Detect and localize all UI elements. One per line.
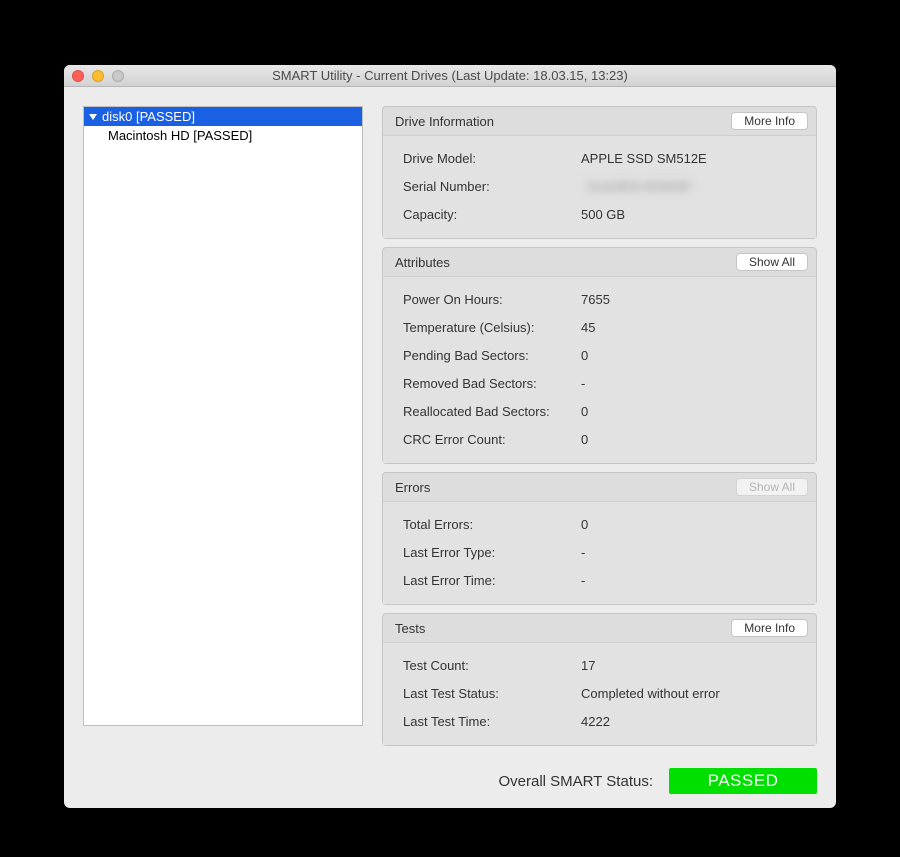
kv-key: Last Error Type: [403, 545, 581, 560]
kv-value: 45 [581, 320, 595, 335]
tree-row-volume[interactable]: Macintosh HD [PASSED] [84, 126, 362, 145]
kv-value: APPLE SSD SM512E [581, 151, 707, 166]
kv-total-errors: Total Errors:0 [403, 510, 804, 538]
kv-power-on-hours: Power On Hours:7655 [403, 285, 804, 313]
kv-key: Last Test Status: [403, 686, 581, 701]
kv-value: - [581, 376, 585, 391]
kv-value: 0 [581, 404, 588, 419]
tree-row-label: disk0 [PASSED] [102, 109, 195, 124]
section-header: Drive Information More Info [383, 107, 816, 135]
kv-capacity: Capacity: 500 GB [403, 200, 804, 228]
section-body: Power On Hours:7655 Temperature (Celsius… [383, 276, 816, 463]
kv-value: 0 [581, 348, 588, 363]
section-body: Drive Model: APPLE SSD SM512E Serial Num… [383, 135, 816, 238]
kv-value: 500 GB [581, 207, 625, 222]
close-icon[interactable] [72, 70, 84, 82]
status-badge: PASSED [669, 768, 817, 794]
tree-row-label: Macintosh HD [PASSED] [108, 128, 252, 143]
section-attributes: Attributes Show All Power On Hours:7655 … [382, 247, 817, 464]
window-content: disk0 [PASSED] Macintosh HD [PASSED] Dri… [64, 87, 836, 808]
kv-value: - [581, 545, 585, 560]
show-all-button[interactable]: Show All [736, 253, 808, 271]
kv-key: Test Count: [403, 658, 581, 673]
section-errors: Errors Show All Total Errors:0 Last Erro… [382, 472, 817, 605]
section-drive-info: Drive Information More Info Drive Model:… [382, 106, 817, 239]
kv-value-redacted: S1A2B3C4D5E6F [581, 179, 698, 194]
kv-value: 17 [581, 658, 595, 673]
show-all-button-disabled: Show All [736, 478, 808, 496]
tree-row-disk0[interactable]: disk0 [PASSED] [84, 107, 362, 126]
kv-reallocated-bad-sectors: Reallocated Bad Sectors:0 [403, 397, 804, 425]
kv-key: Drive Model: [403, 151, 581, 166]
zoom-icon[interactable] [112, 70, 124, 82]
section-title: Drive Information [395, 114, 494, 129]
more-info-button[interactable]: More Info [731, 112, 808, 130]
kv-drive-model: Drive Model: APPLE SSD SM512E [403, 144, 804, 172]
kv-value: - [581, 573, 585, 588]
overall-status-label: Overall SMART Status: [499, 773, 654, 790]
kv-value: Completed without error [581, 686, 720, 701]
titlebar[interactable]: SMART Utility - Current Drives (Last Upd… [64, 65, 836, 87]
kv-value: 7655 [581, 292, 610, 307]
traffic-lights [64, 70, 124, 82]
section-header: Attributes Show All [383, 248, 816, 276]
kv-key: Pending Bad Sectors: [403, 348, 581, 363]
kv-value: 0 [581, 432, 588, 447]
kv-last-error-time: Last Error Time:- [403, 566, 804, 594]
kv-last-test-time: Last Test Time:4222 [403, 707, 804, 735]
kv-key: Power On Hours: [403, 292, 581, 307]
section-title: Tests [395, 621, 425, 636]
kv-removed-bad-sectors: Removed Bad Sectors:- [403, 369, 804, 397]
drive-tree[interactable]: disk0 [PASSED] Macintosh HD [PASSED] [83, 106, 363, 726]
more-info-button[interactable]: More Info [731, 619, 808, 637]
disclosure-triangle-icon[interactable] [88, 112, 98, 122]
kv-key: Serial Number: [403, 179, 581, 194]
kv-pending-bad-sectors: Pending Bad Sectors:0 [403, 341, 804, 369]
minimize-icon[interactable] [92, 70, 104, 82]
section-title: Errors [395, 480, 430, 495]
kv-value: 0 [581, 517, 588, 532]
kv-key: Last Test Time: [403, 714, 581, 729]
section-body: Test Count:17 Last Test Status:Completed… [383, 642, 816, 745]
details-pane: Drive Information More Info Drive Model:… [382, 106, 817, 794]
kv-test-count: Test Count:17 [403, 651, 804, 679]
overall-status-row: Overall SMART Status: PASSED [382, 768, 817, 794]
section-tests: Tests More Info Test Count:17 Last Test … [382, 613, 817, 746]
app-window: SMART Utility - Current Drives (Last Upd… [64, 65, 836, 808]
section-title: Attributes [395, 255, 450, 270]
kv-serial-number: Serial Number: S1A2B3C4D5E6F [403, 172, 804, 200]
kv-key: Capacity: [403, 207, 581, 222]
kv-last-error-type: Last Error Type:- [403, 538, 804, 566]
kv-last-test-status: Last Test Status:Completed without error [403, 679, 804, 707]
section-header: Errors Show All [383, 473, 816, 501]
kv-key: Total Errors: [403, 517, 581, 532]
kv-key: Reallocated Bad Sectors: [403, 404, 581, 419]
kv-temperature: Temperature (Celsius):45 [403, 313, 804, 341]
kv-key: CRC Error Count: [403, 432, 581, 447]
kv-key: Removed Bad Sectors: [403, 376, 581, 391]
window-title: SMART Utility - Current Drives (Last Upd… [64, 68, 836, 83]
kv-key: Last Error Time: [403, 573, 581, 588]
kv-key: Temperature (Celsius): [403, 320, 581, 335]
section-header: Tests More Info [383, 614, 816, 642]
section-body: Total Errors:0 Last Error Type:- Last Er… [383, 501, 816, 604]
kv-value: 4222 [581, 714, 610, 729]
kv-crc-error-count: CRC Error Count:0 [403, 425, 804, 453]
